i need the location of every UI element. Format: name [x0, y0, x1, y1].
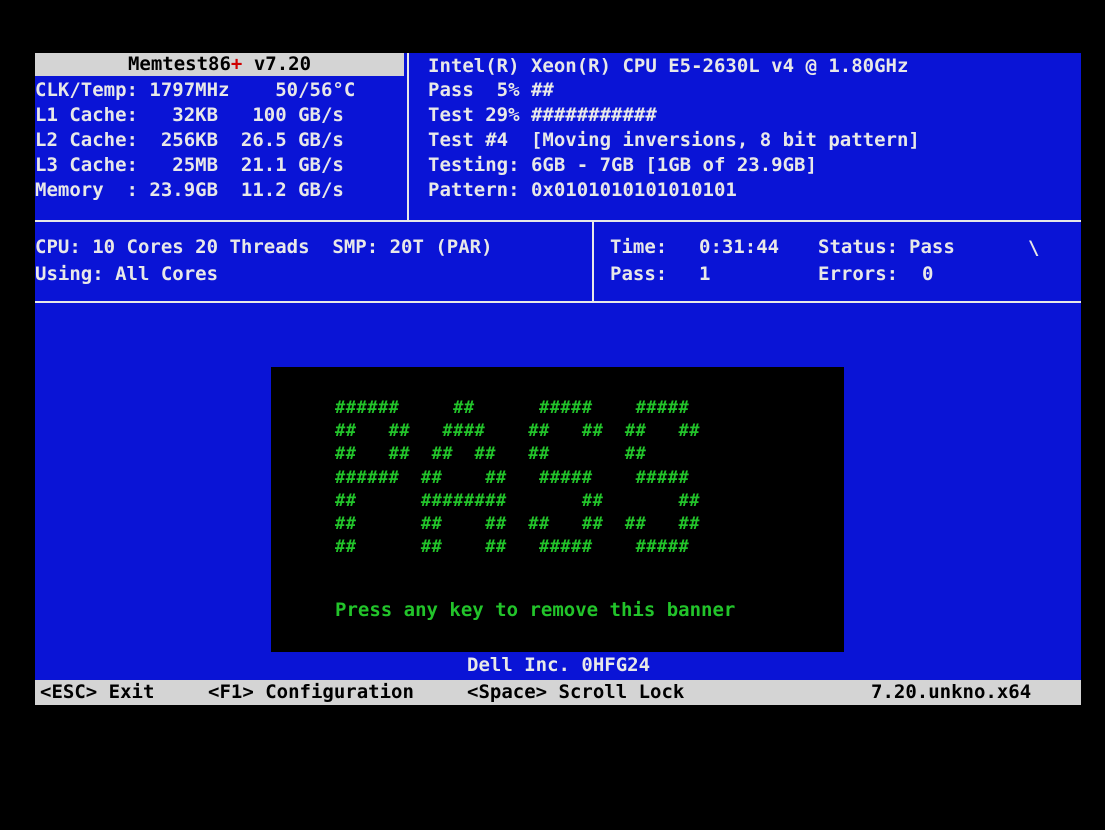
current-test: Test #4 [Moving inversions, 8 bit patter… [428, 129, 920, 151]
stats-divider [592, 222, 594, 301]
time-value: 0:31:44 [699, 236, 780, 258]
divider-top [35, 220, 1081, 222]
app-plus-mark: + [230, 53, 243, 75]
test-progress: Test 29% ########### [428, 104, 657, 126]
cpu-model: Intel(R) Xeon(R) CPU E5-2630L v4 @ 1.80G… [428, 55, 909, 77]
pass-count: 1 [699, 263, 711, 285]
test-pattern: Pattern: 0x0101010101010101 [428, 179, 737, 201]
errors-label: Errors: [818, 263, 899, 285]
status-label: Status: [818, 236, 899, 258]
pass-ascii-art: ###### ## ##### ##### ## ## #### ## ## #… [335, 398, 700, 558]
time-label: Time: [610, 236, 668, 258]
l1-cache-row: L1 Cache: 32KB 100 GB/s [35, 104, 344, 126]
cpu-info: CPU: 10 Cores 20 Threads SMP: 20T (PAR) [35, 236, 493, 258]
testing-range: Testing: 6GB - 7GB [1GB of 23.9GB] [428, 154, 817, 176]
pass-label: Pass: [610, 263, 668, 285]
memtest-screen: Memtest86+ v7.20 CLK/Temp: 1797MHz 50/56… [35, 53, 1081, 705]
key-bar: <ESC> Exit <F1> Configuration <Space> Sc… [35, 680, 1081, 705]
activity-spinner-icon: \ [1028, 237, 1040, 259]
build-version: 7.20.unkno.x64 [871, 681, 1032, 703]
l3-cache-row: L3 Cache: 25MB 21.1 GB/s [35, 154, 344, 176]
memory-row: Memory : 23.9GB 11.2 GB/s [35, 179, 344, 201]
app-title: Memtest86+ v7.20 [35, 53, 404, 76]
pass-banner[interactable]: ###### ## ##### ##### ## ## #### ## ## #… [271, 367, 844, 652]
system-board: Dell Inc. 0HFG24 [467, 654, 651, 676]
status-value: Pass [909, 236, 955, 258]
banner-message: Press any key to remove this banner [335, 599, 736, 621]
app-name: Memtest86 [127, 53, 231, 75]
exit-key[interactable]: <ESC> Exit [40, 680, 154, 705]
panel-divider [407, 53, 409, 220]
divider-bottom [35, 301, 1081, 303]
configuration-key[interactable]: <F1> Configuration [208, 680, 414, 705]
app-version: v7.20 [242, 53, 312, 75]
error-count: 0 [922, 263, 934, 285]
using-cores: Using: All Cores [35, 263, 219, 285]
l2-cache-row: L2 Cache: 256KB 26.5 GB/s [35, 129, 344, 151]
clk-temp-row: CLK/Temp: 1797MHz 50/56°C [35, 79, 356, 101]
pass-progress: Pass 5% ## [428, 79, 554, 101]
scroll-lock-key[interactable]: <Space> Scroll Lock [467, 680, 684, 705]
